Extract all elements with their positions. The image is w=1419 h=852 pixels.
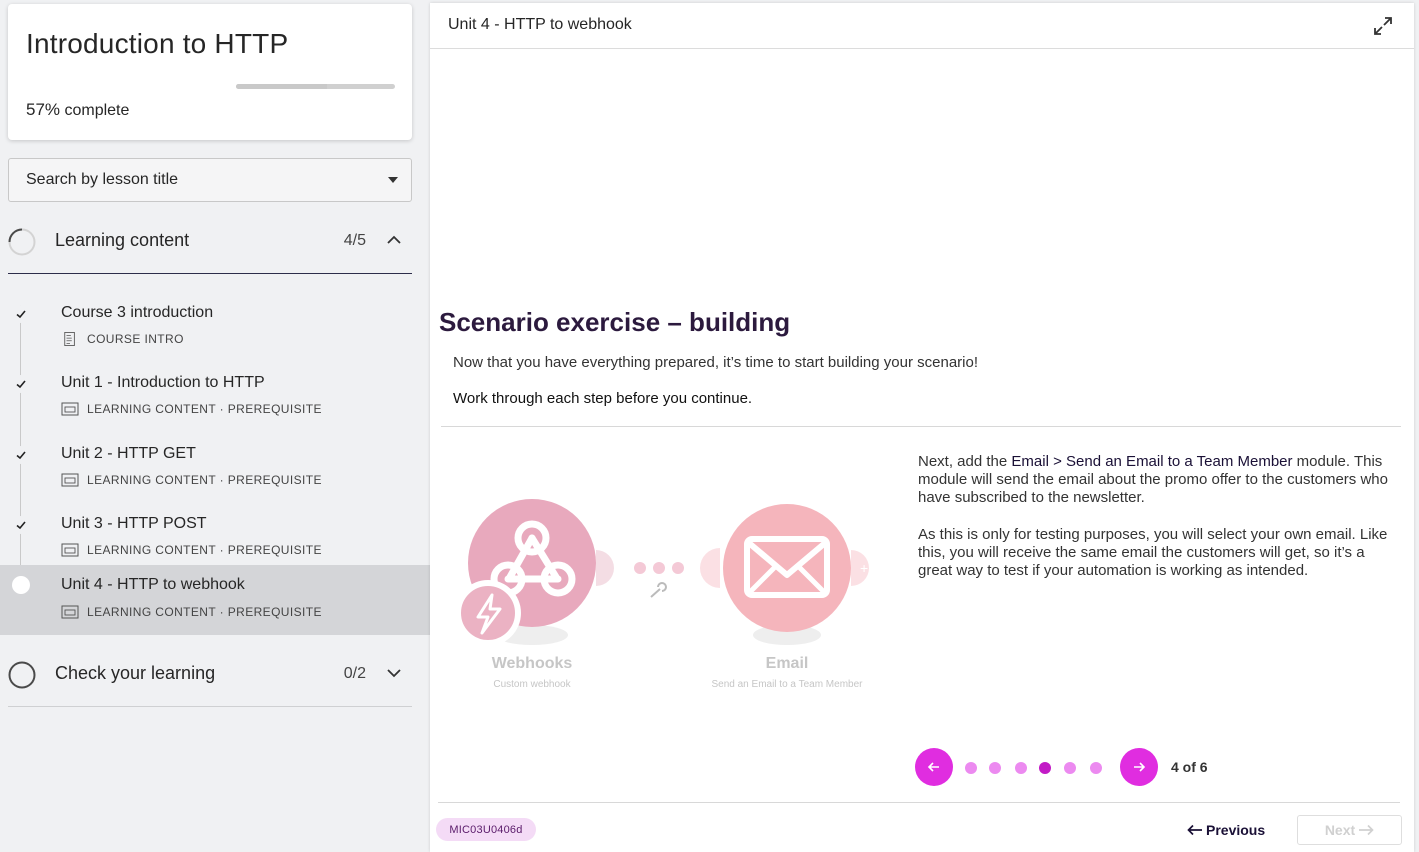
lesson-search-select[interactable]: Search by lesson title — [8, 158, 412, 202]
section-progress-ring-icon — [8, 661, 36, 689]
footer-divider — [438, 802, 1400, 803]
course-progress-bar — [236, 84, 395, 89]
checkmark-icon — [12, 305, 30, 323]
course-title: Introduction to HTTP — [26, 28, 289, 59]
next-button-label: Next — [1324, 822, 1356, 838]
caret-down-icon — [388, 177, 398, 183]
lesson-meta: LEARNING CONTENT · PREREQUISITE — [61, 401, 322, 417]
lesson-code-badge: MIC03U0406d — [436, 818, 536, 841]
instant-trigger-icon — [459, 584, 517, 642]
lesson-item-active[interactable]: Unit 4 - HTTP to webhook LEARNING CONTEN… — [0, 565, 430, 635]
next-button[interactable]: Next — [1297, 815, 1402, 845]
pager-dot[interactable] — [989, 762, 1001, 774]
section-count: 4/5 — [343, 232, 366, 249]
email-module-sublabel: Send an Email to a Team Member — [711, 679, 863, 690]
pager-dot[interactable] — [965, 762, 977, 774]
instruction-text: Work through each step before you contin… — [453, 390, 753, 407]
section-title: Learning content — [55, 230, 190, 250]
previous-button[interactable]: Previous — [1187, 819, 1265, 841]
progress-suffix: complete — [60, 102, 130, 119]
lesson-meta: COURSE INTRO — [61, 331, 184, 347]
checkmark-icon — [12, 516, 30, 534]
screen-icon — [61, 473, 79, 487]
search-select-label: Search by lesson title — [26, 171, 179, 188]
pager-dot-active[interactable] — [1039, 762, 1051, 774]
arrow-left-icon — [1187, 824, 1202, 836]
document-icon — [64, 332, 75, 346]
arrow-right-icon — [1134, 762, 1146, 772]
webhooks-module-label: Webhooks — [491, 655, 573, 672]
step-description: Next, add the Email > Send an Email to a… — [918, 453, 1393, 599]
checkmark-icon — [12, 375, 30, 393]
intro-text: Now that you have everything prepared, i… — [453, 354, 978, 371]
lesson-meta-text: LEARNING CONTENT · PREREQUISITE — [87, 543, 322, 557]
step-paragraph-1: Next, add the Email > Send an Email to a… — [918, 453, 1393, 507]
pager-count: 4 of 6 — [1171, 759, 1208, 775]
course-sidebar: Introduction to HTTP 57% complete Search… — [0, 0, 430, 852]
pager-next-button[interactable] — [1120, 748, 1158, 786]
wrench-icon — [650, 582, 667, 598]
unit-title: Unit 4 - HTTP to webhook — [448, 16, 632, 33]
progress-text: 57% complete — [26, 100, 129, 120]
pager-dot[interactable] — [1064, 762, 1076, 774]
section-learning-content[interactable]: Learning content 4/5 — [8, 214, 412, 270]
section-count: 0/2 — [343, 665, 366, 682]
lesson-title: Unit 3 - HTTP POST — [61, 515, 207, 532]
lesson-title: Unit 4 - HTTP to webhook — [61, 576, 245, 593]
lesson-item[interactable]: Unit 3 - HTTP POST LEARNING CONTENT · PR… — [0, 504, 430, 574]
lesson-item[interactable]: Unit 2 - HTTP GET LEARNING CONTENT · PRE… — [0, 434, 430, 504]
course-card: Introduction to HTTP 57% complete — [8, 4, 412, 140]
course-progress-fill — [236, 84, 327, 89]
chevron-down-icon[interactable] — [384, 663, 404, 683]
lesson-title: Unit 1 - Introduction to HTTP — [61, 374, 265, 391]
pager-dot[interactable] — [1090, 762, 1102, 774]
pager-dot[interactable] — [1015, 762, 1027, 774]
checkmark-icon — [12, 446, 30, 464]
lesson-meta-text: LEARNING CONTENT · PREREQUISITE — [87, 473, 322, 487]
lesson-meta-text: LEARNING CONTENT · PREREQUISITE — [87, 402, 322, 416]
arrow-left-icon — [927, 762, 939, 772]
svg-text:+: + — [860, 560, 868, 576]
arrow-right-icon — [1359, 824, 1374, 836]
lesson-meta: LEARNING CONTENT · PREREQUISITE — [61, 472, 322, 488]
scenario-diagram: + Webhooks Custom webhook Email Send an … — [448, 493, 888, 703]
step-paragraph-2: As this is only for testing purposes, yo… — [918, 526, 1388, 579]
module-name-emphasis: Email > Send an Email to a Team Member — [1011, 453, 1293, 470]
webhooks-module-sublabel: Custom webhook — [493, 679, 571, 690]
expand-icon[interactable] — [1372, 15, 1394, 37]
screen-icon — [61, 402, 79, 416]
lesson-meta-text: LEARNING CONTENT · PREREQUISITE — [87, 605, 322, 619]
lesson-meta-text: COURSE INTRO — [87, 332, 184, 346]
section-title: Check your learning — [55, 663, 216, 683]
pager-prev-button[interactable] — [915, 748, 953, 786]
email-module-label: Email — [765, 655, 809, 672]
screen-icon — [61, 605, 79, 619]
lesson-meta: LEARNING CONTENT · PREREQUISITE — [61, 542, 322, 558]
content-header: Unit 4 - HTTP to webhook — [430, 3, 1414, 49]
lesson-item[interactable]: Unit 1 - Introduction to HTTP LEARNING C… — [0, 363, 430, 433]
section-check-your-learning[interactable]: Check your learning 0/2 — [8, 647, 412, 703]
email-module-icon — [723, 504, 851, 632]
section-progress-ring-icon — [8, 228, 36, 256]
step-text: Next, add the — [918, 453, 1012, 470]
lesson-title: Unit 2 - HTTP GET — [61, 445, 196, 462]
lesson-item[interactable]: Course 3 introduction COURSE INTRO — [0, 293, 430, 363]
scenario-diagram-graphic: + — [455, 499, 869, 646]
previous-button-label: Previous — [1206, 822, 1266, 838]
progress-value: 57% — [26, 100, 61, 119]
current-lesson-dot-icon — [12, 576, 30, 594]
screen-icon — [61, 543, 79, 557]
section-divider — [8, 273, 412, 274]
scenario-heading: Scenario exercise – building — [439, 307, 791, 337]
lesson-content-panel: Unit 4 - HTTP to webhook Scenario exerci… — [430, 3, 1414, 852]
content-divider — [441, 426, 1401, 427]
step-pager: 4 of 6 — [915, 748, 1235, 788]
lesson-title: Course 3 introduction — [61, 304, 214, 321]
lesson-meta: LEARNING CONTENT · PREREQUISITE — [61, 604, 322, 620]
chevron-up-icon[interactable] — [384, 230, 404, 250]
section-divider — [8, 706, 412, 707]
